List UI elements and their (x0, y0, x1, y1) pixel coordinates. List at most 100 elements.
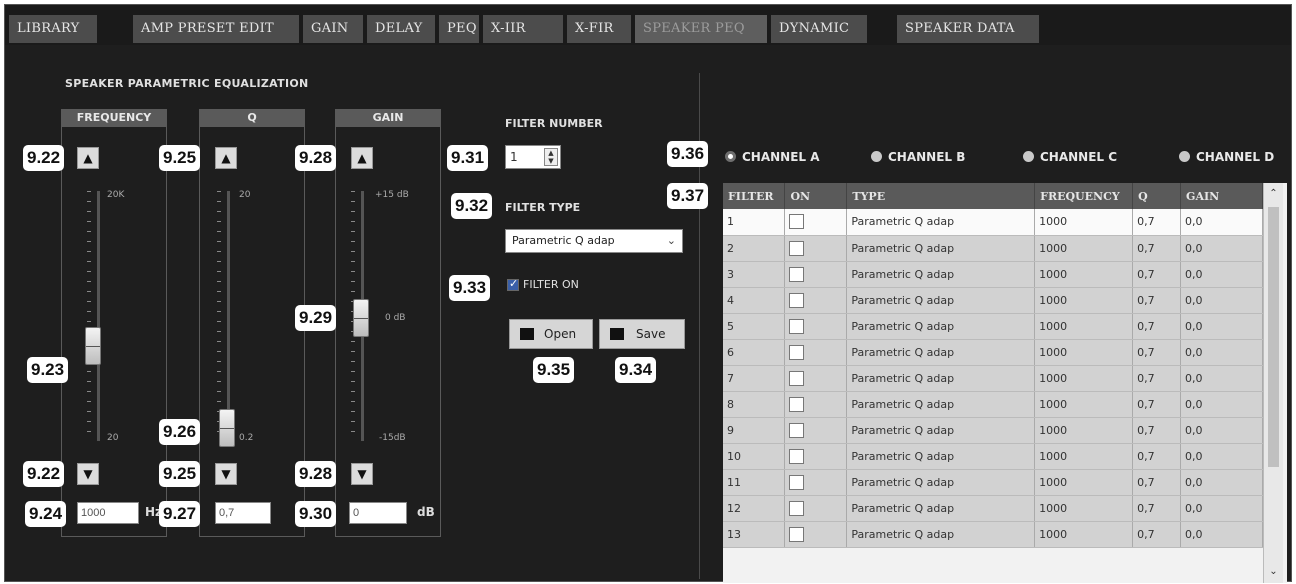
table-cell: Parametric Q adap (846, 365, 1036, 392)
table-row[interactable]: 11 Parametric Q adap 1000 0,7 0,0 (723, 469, 1263, 496)
scale-tick (351, 361, 355, 362)
tab-speaker-peq[interactable]: SPEAKER PEQ (635, 15, 767, 43)
row-on-cell[interactable] (784, 261, 848, 288)
row-on-cell[interactable] (784, 443, 848, 470)
table-cell: 0,7 (1132, 469, 1182, 496)
row-on-cell[interactable] (784, 235, 848, 262)
table-row[interactable]: 6 Parametric Q adap 1000 0,7 0,0 (723, 339, 1263, 366)
row-on-checkbox[interactable] (789, 370, 805, 386)
frequency-slider-thumb[interactable] (85, 327, 101, 365)
row-on-checkbox[interactable] (789, 266, 805, 282)
filter-type-dropdown[interactable]: Parametric Q adap ⌄ (505, 229, 683, 253)
scale-tick (217, 381, 221, 382)
table-cell: 1000 (1034, 417, 1134, 444)
q-up-button[interactable]: ▲ (215, 147, 237, 169)
row-on-checkbox[interactable] (789, 448, 805, 464)
tab-peq[interactable]: PEQ (439, 15, 479, 43)
table-row[interactable]: 10 Parametric Q adap 1000 0,7 0,0 (723, 443, 1263, 470)
tab-library[interactable]: LIBRARY (9, 15, 97, 43)
frequency-down-button[interactable]: ▼ (77, 463, 99, 485)
table-cell: 0,7 (1132, 261, 1182, 288)
tab-x-fir[interactable]: X-FIR (567, 15, 631, 43)
table-cell: 12 (723, 495, 786, 522)
radio-selected-icon (725, 151, 736, 162)
row-on-checkbox[interactable] (789, 396, 805, 412)
scale-tick (217, 371, 221, 372)
table-row[interactable]: 3 Parametric Q adap 1000 0,7 0,0 (723, 261, 1263, 288)
gain-slider-thumb[interactable] (353, 299, 369, 337)
scale-tick (217, 301, 221, 302)
table-row[interactable]: 9 Parametric Q adap 1000 0,7 0,0 (723, 417, 1263, 444)
table-row[interactable]: 7 Parametric Q adap 1000 0,7 0,0 (723, 365, 1263, 392)
row-on-cell[interactable] (784, 209, 848, 236)
row-on-cell[interactable] (784, 339, 848, 366)
q-slider-thumb[interactable] (219, 409, 235, 447)
scale-tick (87, 381, 91, 382)
scrollbar-thumb[interactable] (1268, 207, 1279, 467)
table-cell: 0,0 (1180, 521, 1263, 548)
table-row[interactable]: 8 Parametric Q adap 1000 0,7 0,0 (723, 391, 1263, 418)
table-cell: 0,7 (1132, 443, 1182, 470)
table-scrollbar[interactable]: ⌃ ⌄ (1263, 183, 1283, 583)
channel-c-radio[interactable]: CHANNEL C (1023, 150, 1117, 164)
filter-on-checkbox[interactable] (507, 277, 519, 291)
scale-tick (351, 341, 355, 342)
table-cell: Parametric Q adap (846, 443, 1036, 470)
arrow-up-icon: ▲ (83, 151, 93, 165)
table-row[interactable]: 5 Parametric Q adap 1000 0,7 0,0 (723, 313, 1263, 340)
scroll-up-icon[interactable]: ⌃ (1264, 185, 1283, 203)
row-on-checkbox[interactable] (789, 500, 805, 516)
gain-header: GAIN (335, 109, 441, 127)
tab-x-iir[interactable]: X-IIR (483, 15, 563, 43)
row-on-cell[interactable] (784, 521, 848, 548)
tab-speaker-data[interactable]: SPEAKER DATA (897, 15, 1039, 43)
filter-number-spinner[interactable]: 1 ▲ ▼ (505, 145, 561, 169)
save-button[interactable]: Save (599, 319, 685, 349)
table-row[interactable]: 4 Parametric Q adap 1000 0,7 0,0 (723, 287, 1263, 314)
table-cell: 0,0 (1180, 209, 1263, 236)
scale-tick (217, 331, 221, 332)
row-on-cell[interactable] (784, 417, 848, 444)
gain-down-button[interactable]: ▼ (351, 463, 373, 485)
table-row[interactable]: 12 Parametric Q adap 1000 0,7 0,0 (723, 495, 1263, 522)
frequency-up-button[interactable]: ▲ (77, 147, 99, 169)
table-row[interactable]: 1 Parametric Q adap 1000 0,7 0,0 (723, 209, 1263, 236)
row-on-checkbox[interactable] (789, 344, 805, 360)
gain-up-button[interactable]: ▲ (351, 147, 373, 169)
tab-dynamic[interactable]: DYNAMIC (771, 15, 867, 43)
row-on-checkbox[interactable] (789, 474, 805, 490)
spinner-arrows-icon[interactable]: ▲ ▼ (544, 148, 558, 166)
channel-a-radio[interactable]: CHANNEL A (725, 150, 820, 164)
row-on-cell[interactable] (784, 365, 848, 392)
callout-9-36: 9.36 (667, 141, 709, 167)
table-row[interactable]: 2 Parametric Q adap 1000 0,7 0,0 (723, 235, 1263, 262)
row-on-checkbox[interactable] (789, 240, 805, 256)
row-on-cell[interactable] (784, 495, 848, 522)
row-on-checkbox[interactable] (789, 214, 805, 230)
col-on: ON (784, 183, 848, 209)
row-on-cell[interactable] (784, 391, 848, 418)
row-on-cell[interactable] (784, 469, 848, 496)
row-on-checkbox[interactable] (789, 292, 805, 308)
q-value-field[interactable]: 0,7 (215, 502, 271, 524)
row-on-cell[interactable] (784, 287, 848, 314)
row-on-checkbox[interactable] (789, 526, 805, 542)
tab-delay[interactable]: DELAY (367, 15, 435, 43)
gain-value-field[interactable]: 0 (349, 502, 407, 524)
scale-tick (217, 191, 221, 192)
tab-gain[interactable]: GAIN (303, 15, 363, 43)
open-button[interactable]: Open (509, 319, 593, 349)
scale-tick (87, 291, 91, 292)
channel-b-radio[interactable]: CHANNEL B (871, 150, 965, 164)
frequency-value-field[interactable]: 1000 (77, 502, 139, 524)
q-down-button[interactable]: ▼ (215, 463, 237, 485)
row-on-checkbox[interactable] (789, 422, 805, 438)
row-on-checkbox[interactable] (789, 318, 805, 334)
table-row[interactable]: 13 Parametric Q adap 1000 0,7 0,0 (723, 521, 1263, 548)
table-cell: 0,7 (1132, 235, 1182, 262)
radio-icon (1023, 151, 1034, 162)
scroll-down-icon[interactable]: ⌄ (1264, 563, 1283, 581)
channel-d-radio[interactable]: CHANNEL D (1179, 150, 1274, 164)
row-on-cell[interactable] (784, 313, 848, 340)
tab-amp-preset-edit[interactable]: AMP PRESET EDIT (133, 15, 299, 43)
